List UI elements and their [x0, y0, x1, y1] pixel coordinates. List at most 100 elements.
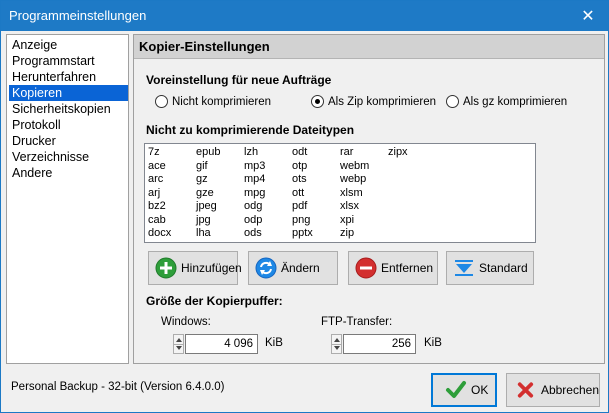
radio-no-compression[interactable]: Nicht komprimieren — [155, 95, 271, 108]
radio-gz-compression[interactable]: Als gz komprimieren — [446, 95, 567, 108]
filetype: lzh — [244, 146, 259, 158]
nav-item-protokoll[interactable]: Protokoll — [9, 117, 128, 133]
ok-button-label: OK — [471, 383, 489, 397]
nav-item-programmstart[interactable]: Programmstart — [9, 53, 128, 69]
filetype: webm — [340, 159, 370, 172]
filetype: odg — [244, 200, 263, 212]
nav-item-verzeichnisse[interactable]: Verzeichnisse — [9, 149, 128, 165]
cancel-button[interactable]: Abbrechen — [506, 373, 600, 407]
windows-label: Windows: — [161, 316, 211, 328]
filetype: mp3 — [244, 159, 266, 172]
panel-header: Kopier-Einstellungen — [134, 35, 604, 59]
spinner-divider — [332, 344, 341, 345]
ftp-buffer-input[interactable]: 256 — [343, 334, 416, 354]
filetype: pptx — [292, 227, 313, 239]
add-button[interactable]: Hinzufügen — [148, 251, 242, 285]
standard-button[interactable]: Standard — [446, 251, 534, 285]
filetype: webp — [340, 173, 367, 185]
title-bar: Programmeinstellungen ✕ — [1, 1, 608, 31]
arrow-down-icon — [176, 346, 182, 350]
arrow-up-icon — [334, 338, 340, 342]
ftp-transfer-label: FTP-Transfer: — [321, 316, 393, 328]
windows-buffer-unit: KiB — [265, 337, 283, 349]
filetypes-column: zipx — [388, 146, 408, 160]
filetype: gif — [196, 159, 208, 172]
filetype: odp — [244, 213, 263, 226]
filetypes-column: lzh mp3 mp4 mpg odg odp ods — [244, 146, 265, 241]
version-status: Personal Backup - 32-bit (Version 6.4.0.… — [11, 381, 225, 393]
filetype: jpeg — [196, 200, 217, 212]
radio-label: Als gz komprimieren — [463, 95, 568, 108]
filetype: odt — [292, 146, 308, 158]
filetype: xlsx — [340, 200, 359, 212]
filetype: ots — [292, 173, 307, 185]
nav-item-herunterfahren[interactable]: Herunterfahren — [9, 69, 128, 85]
filetype: bz2 — [148, 200, 166, 212]
standard-button-label: Standard — [479, 261, 528, 275]
checkmark-icon — [446, 381, 466, 398]
filetypes-memo[interactable]: 7z ace arc arj bz2 cab docx epub gif gz … — [144, 143, 536, 243]
radio-dot-checked — [311, 95, 324, 108]
filetypes-column: epub gif gz gze jpeg jpg lha — [196, 146, 220, 241]
panel-title: Kopier-Einstellungen — [139, 39, 270, 54]
filetype: epub — [196, 146, 221, 158]
filetype: rar — [340, 146, 354, 158]
filetype: gz — [196, 173, 208, 185]
radio-zip-compression[interactable]: Als Zip komprimieren — [311, 95, 436, 108]
filetype: docx — [148, 227, 172, 239]
filetype: otp — [292, 159, 308, 172]
window-title: Programmeinstellungen — [9, 8, 147, 23]
windows-buffer-spinner[interactable] — [173, 334, 184, 354]
ok-button[interactable]: OK — [431, 373, 497, 407]
filetype: mp4 — [244, 173, 266, 185]
filetype: png — [292, 213, 311, 226]
buffer-size-label: Größe der Kopierpuffer: — [146, 294, 283, 308]
ftp-buffer-spinner[interactable] — [331, 334, 342, 354]
settings-window: Programmeinstellungen ✕ Anzeige Programm… — [0, 0, 609, 413]
filetype: gze — [196, 186, 214, 199]
filetypes-column: rar webm webp xlsm xlsx xpi zip — [340, 146, 369, 241]
filetypes-column: odt otp ots ott pdf png pptx — [292, 146, 313, 241]
filetype: zipx — [388, 146, 408, 158]
remove-button[interactable]: Entfernen — [348, 251, 438, 285]
filetypes-label: Nicht zu komprimierende Dateitypen — [146, 123, 355, 137]
remove-button-label: Entfernen — [381, 261, 434, 275]
filetype: cab — [148, 213, 166, 226]
preset-label: Voreinstellung für neue Aufträge — [146, 73, 332, 87]
category-list: Anzeige Programmstart Herunterfahren Kop… — [6, 34, 129, 364]
filetype: 7z — [148, 146, 160, 158]
filetype: zip — [340, 227, 355, 239]
windows-buffer-input[interactable]: 4 096 — [185, 334, 258, 354]
close-icon: ✕ — [581, 8, 595, 25]
filetype: ace — [148, 159, 166, 172]
filetypes-column: 7z ace arc arj bz2 cab docx — [148, 146, 171, 241]
spinner-divider — [174, 344, 183, 345]
nav-item-sicherheitskopien[interactable]: Sicherheitskopien — [9, 101, 128, 117]
filetype: ott — [292, 186, 305, 199]
reset-default-icon — [455, 260, 473, 276]
filetype: pdf — [292, 200, 308, 212]
nav-item-drucker[interactable]: Drucker — [9, 133, 128, 149]
ftp-buffer-unit: KiB — [424, 337, 442, 349]
refresh-icon — [255, 257, 277, 279]
nav-item-andere[interactable]: Andere — [9, 165, 128, 181]
arrow-up-icon — [176, 338, 182, 342]
nav-item-kopieren[interactable]: Kopieren — [9, 85, 128, 101]
change-button[interactable]: Ändern — [248, 251, 338, 285]
filetype: xpi — [340, 213, 355, 226]
filetype: arj — [148, 186, 161, 199]
plus-icon — [155, 257, 177, 279]
minus-icon — [355, 257, 377, 279]
cross-icon — [517, 382, 534, 398]
radio-label: Als Zip komprimieren — [328, 95, 436, 108]
filetype: lha — [196, 227, 211, 239]
radio-dot — [446, 95, 459, 108]
add-button-label: Hinzufügen — [181, 261, 242, 275]
filetype: ods — [244, 227, 262, 239]
filetype: xlsm — [340, 186, 363, 199]
change-button-label: Ändern — [281, 261, 320, 275]
filetype: mpg — [244, 186, 266, 199]
filetype: jpg — [196, 213, 211, 226]
close-button[interactable]: ✕ — [568, 1, 608, 31]
nav-item-anzeige[interactable]: Anzeige — [9, 37, 128, 53]
